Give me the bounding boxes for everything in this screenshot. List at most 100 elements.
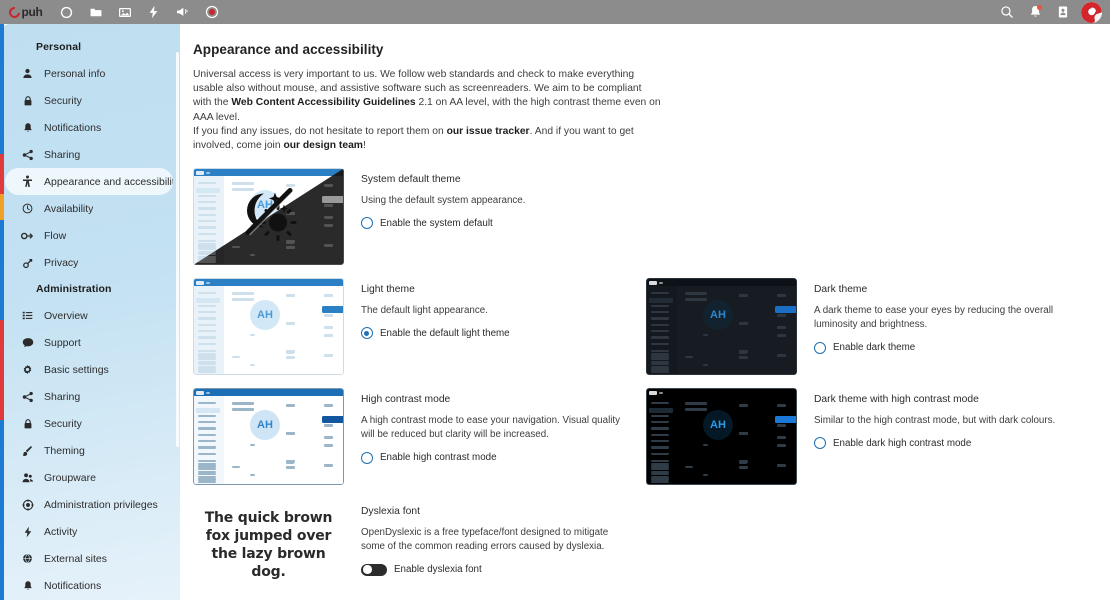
notifications-bell-icon[interactable] <box>1022 0 1048 24</box>
theme-description: A high contrast mode to ease your naviga… <box>361 415 621 441</box>
system-default-moon-sun-icon <box>238 186 300 247</box>
sidebar-scrollbar[interactable] <box>176 52 179 447</box>
dyslexia-title: Dyslexia font <box>361 506 420 518</box>
wcag-link[interactable]: Web Content Accessibility Guidelines <box>231 97 415 108</box>
sidebar-item-flow[interactable]: Flow <box>5 222 173 249</box>
sidebar-item-overview[interactable]: Overview <box>5 302 173 329</box>
theme-preview-system-default[interactable]: AHAH <box>193 168 344 266</box>
app-logo[interactable]: puh <box>0 0 52 24</box>
sidebar-item-privacy[interactable]: Privacy <box>5 249 173 276</box>
sidebar-item-availability[interactable]: Availability <box>5 195 173 222</box>
activity-icon[interactable] <box>139 0 168 24</box>
sidebar-item-support[interactable]: Support <box>5 329 173 356</box>
app-nav-icons <box>52 0 226 24</box>
top-right-actions <box>994 0 1104 24</box>
theme-preview-light[interactable]: AH <box>193 278 344 376</box>
sidebar-item-label: Notifications <box>44 579 102 592</box>
theme-option-label: Enable the system default <box>380 217 493 229</box>
theme-info: Dark theme A dark theme to ease your eyes… <box>814 278 1076 388</box>
theme-radio-high-contrast[interactable] <box>361 451 373 464</box>
sidebar-item-sharing[interactable]: Sharing <box>5 141 173 168</box>
issue-tracker-link[interactable]: our issue tracker <box>447 126 530 137</box>
sidebar-item-sharing[interactable]: Sharing <box>5 383 173 410</box>
sidebar-item-label: Theming <box>44 444 85 457</box>
photos-icon[interactable] <box>110 0 139 24</box>
files-icon[interactable] <box>81 0 110 24</box>
theme-selector-grid: AHAHSystem default themeUsing the defaul… <box>193 168 1110 498</box>
theme-info: Light theme The default light appearance.… <box>361 278 510 388</box>
privacy-icon <box>19 255 36 270</box>
theme-description: Similar to the high contrast mode, but w… <box>814 415 1056 427</box>
sidebar-item-label: Sharing <box>44 148 81 161</box>
sidebar-item-label: Appearance and accessibility <box>44 175 173 188</box>
sidebar-item-notifications[interactable]: Notifications <box>5 114 173 141</box>
accessibility-icon <box>19 174 36 189</box>
sidebar-item-label: Activity <box>44 525 78 538</box>
sidebar-item-administration-privileges[interactable]: Administration privileges <box>5 491 173 518</box>
theme-option-label: Enable high contrast mode <box>380 452 497 464</box>
theme-card-system-default[interactable]: AHAH System default theme Using the defaul… <box>193 168 646 278</box>
sidebar-item-security[interactable]: Security <box>5 410 173 437</box>
lock-icon <box>19 416 36 431</box>
bell-icon <box>19 578 36 593</box>
theme-radio-dark-high-contrast[interactable] <box>814 437 826 450</box>
sidebar-item-label: Sharing <box>44 390 81 403</box>
top-navigation-bar: puh <box>0 0 1110 24</box>
theme-title: High contrast mode <box>361 394 451 406</box>
sidebar-item-activity[interactable]: Activity <box>5 518 173 545</box>
chat-icon <box>19 335 36 350</box>
theme-option-row-dark[interactable]: Enable dark theme <box>814 341 1076 354</box>
theme-description: The default light appearance. <box>361 305 488 317</box>
theme-card-dark-high-contrast[interactable]: AH Dark theme with high contrast mode Simi… <box>646 388 1099 498</box>
dyslexia-toggle-row[interactable]: Enable dyslexia font <box>361 563 623 576</box>
sidebar-item-appearance-and-accessibility[interactable]: Appearance and accessibility <box>5 168 173 195</box>
sidebar-item-external-sites[interactable]: External sites <box>5 545 173 572</box>
theme-preview-high-contrast[interactable]: AH <box>193 388 344 486</box>
notification-badge-dot <box>1037 5 1042 10</box>
theme-option-row-dark-high-contrast[interactable]: Enable dark high contrast mode <box>814 437 1055 450</box>
theme-option-row-high-contrast[interactable]: Enable high contrast mode <box>361 451 623 464</box>
theme-preview-dark[interactable]: AH <box>646 278 797 376</box>
sidebar-item-label: Support <box>44 336 81 349</box>
sidebar-item-notifications[interactable]: Notifications <box>5 572 173 599</box>
settings-sidebar: Personal Personal info Security Notificatio… <box>0 24 180 600</box>
left-accent-rail <box>0 24 4 600</box>
groupware-icon <box>19 470 36 485</box>
search-icon[interactable] <box>994 0 1020 24</box>
circles-icon[interactable] <box>197 0 226 24</box>
sidebar-item-label: Flow <box>44 229 67 242</box>
flow-icon <box>19 228 36 243</box>
dyslexia-font-toggle[interactable] <box>361 563 387 576</box>
sidebar-item-security[interactable]: Security <box>5 87 173 114</box>
contacts-icon[interactable] <box>1050 0 1076 24</box>
sidebar-item-personal-info[interactable]: Personal info <box>5 60 173 87</box>
theme-card-dark[interactable]: AH Dark theme A dark theme to ease your ey… <box>646 278 1099 388</box>
announcements-icon[interactable] <box>168 0 197 24</box>
dyslexia-toggle-label: Enable dyslexia font <box>394 564 482 576</box>
sidebar-item-label: Security <box>44 417 82 430</box>
theme-card-high-contrast[interactable]: AH High contrast mode A high contrast mode… <box>193 388 646 498</box>
sidebar-item-theming[interactable]: Theming <box>5 437 173 464</box>
theme-preview-dark-high-contrast[interactable]: AH <box>646 388 797 486</box>
dashboard-icon[interactable] <box>52 0 81 24</box>
design-team-link[interactable]: our design team <box>283 140 363 151</box>
theme-radio-system-default[interactable] <box>361 217 373 230</box>
theme-radio-light[interactable] <box>361 327 373 340</box>
user-avatar[interactable] <box>1078 0 1104 24</box>
sidebar-item-label: Privacy <box>44 256 79 269</box>
globe-icon <box>19 551 36 566</box>
sidebar-item-basic-settings[interactable]: Basic settings <box>5 356 173 383</box>
theme-title: Dark theme with high contrast mode <box>814 394 979 406</box>
theme-card-light[interactable]: AH Light theme The default light appearanc… <box>193 278 646 388</box>
sidebar-item-groupware[interactable]: Groupware <box>5 464 173 491</box>
theme-radio-dark[interactable] <box>814 341 826 354</box>
activity-icon <box>19 524 36 539</box>
theme-option-row-light[interactable]: Enable the default light theme <box>361 327 510 340</box>
theme-option-label: Enable the default light theme <box>380 327 510 339</box>
description-line2-c: ! <box>362 140 366 152</box>
list-icon <box>19 308 36 323</box>
theme-option-row-system-default[interactable]: Enable the system default <box>361 217 525 230</box>
theme-info: Dark theme with high contrast mode Simila… <box>814 388 1055 498</box>
sidebar-item-label: Personal info <box>44 67 106 80</box>
sidebar-item-label: Notifications <box>44 121 102 134</box>
